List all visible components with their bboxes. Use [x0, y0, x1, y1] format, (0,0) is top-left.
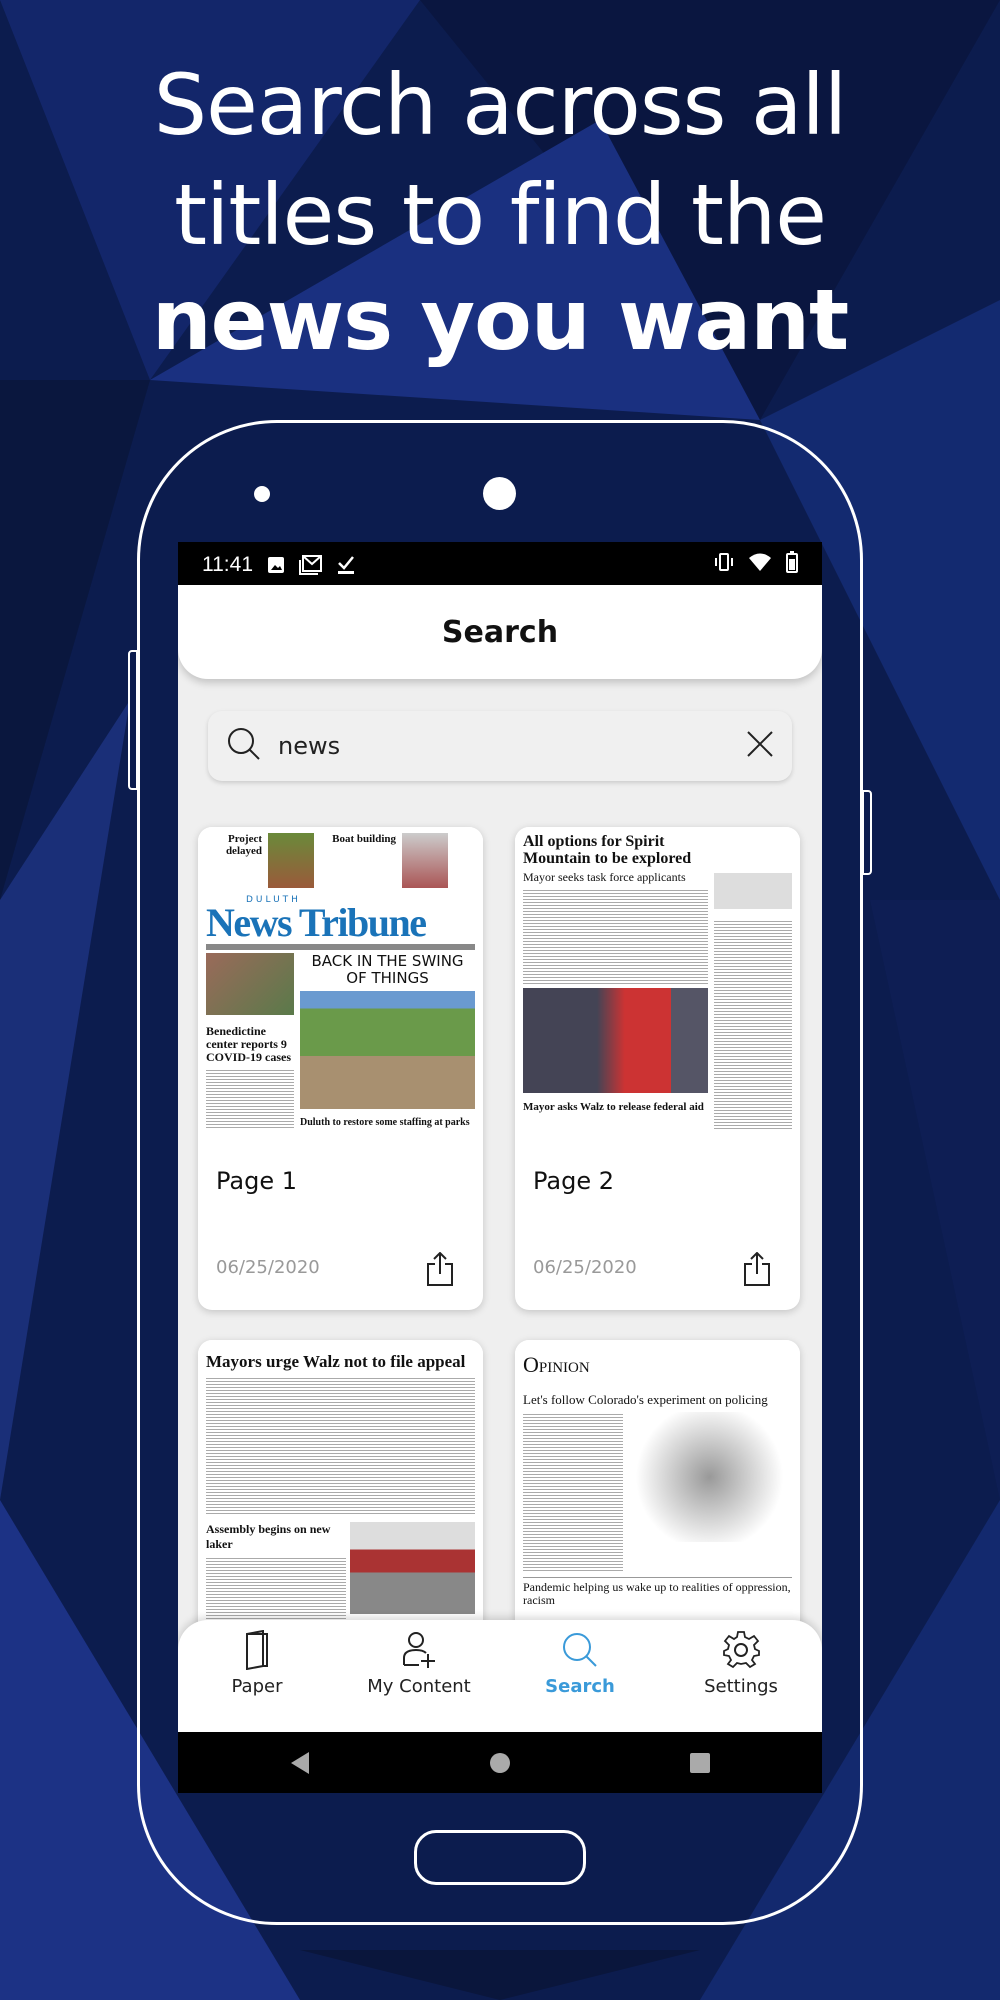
promo-line-2: titles to find the — [174, 166, 827, 264]
search-bar — [208, 711, 792, 781]
promo-line-3: news you want — [151, 271, 849, 369]
story-headline: Let's follow Colorado's experiment on po… — [523, 1392, 768, 1407]
page-title: Search — [178, 585, 822, 679]
story-headline: Duluth to restore some staffing at parks — [300, 1117, 470, 1128]
status-bar: 11:41 — [178, 542, 822, 587]
power-button — [862, 790, 872, 875]
home-icon[interactable] — [489, 1752, 511, 1779]
home-button — [414, 1830, 586, 1885]
sensor-dot — [254, 486, 270, 502]
page-thumbnail: Opinion Let's follow Colorado's experime… — [515, 1340, 800, 1665]
image-icon — [267, 556, 285, 574]
nav-settings[interactable]: Settings — [666, 1630, 816, 1697]
back-icon[interactable] — [290, 1751, 310, 1780]
nav-label: Settings — [704, 1676, 778, 1697]
story-headline: Assembly begins on new laker — [206, 1522, 331, 1551]
vibrate-icon — [714, 552, 734, 578]
nav-paper[interactable]: Paper — [182, 1630, 332, 1697]
clear-search-button[interactable] — [746, 730, 774, 763]
promo-line-1: Search across all — [153, 56, 847, 154]
wifi-icon — [748, 552, 772, 578]
nav-search[interactable]: Search — [505, 1630, 655, 1697]
result-card-page-1[interactable]: Project delayed Boat building DULUTH New… — [198, 827, 483, 1310]
camera-dot — [483, 477, 516, 510]
nav-label: My Content — [367, 1676, 471, 1697]
share-icon[interactable] — [744, 1251, 770, 1291]
share-icon[interactable] — [427, 1251, 453, 1291]
story-headline: Mayor seeks task force applicants — [523, 870, 686, 884]
page-label: Page 2 — [533, 1167, 614, 1195]
teaser-text: Boat building — [332, 833, 396, 845]
nav-label: Search — [545, 1676, 615, 1697]
masthead: News Tribune — [206, 900, 427, 945]
app-screen: 11:41 Search Project delayed Boat buildi… — [178, 542, 822, 1793]
page-thumbnail: Project delayed Boat building DULUTH New… — [198, 827, 483, 1152]
story-headline: Benedictine center reports 9 COVID-19 ca… — [206, 1024, 291, 1064]
search-icon — [226, 726, 262, 767]
bottom-nav: Paper My Content Search Settings — [178, 1620, 822, 1732]
story-headline: Mayors urge Walz not to file appeal — [206, 1352, 466, 1371]
recents-icon[interactable] — [689, 1752, 711, 1779]
gear-icon — [723, 1631, 760, 1669]
volume-button — [128, 650, 138, 790]
story-headline: All options for Spirit Mountain to be ex… — [523, 833, 692, 867]
search-input[interactable] — [278, 732, 746, 760]
add-user-icon — [403, 1632, 435, 1668]
page-date: 06/25/2020 — [216, 1257, 320, 1278]
page-thumbnail: All options for Spirit Mountain to be ex… — [515, 827, 800, 1152]
page-date: 06/25/2020 — [533, 1257, 637, 1278]
system-nav-bar — [178, 1732, 822, 1793]
page-label: Page 1 — [216, 1167, 297, 1195]
story-headline: Mayor asks Walz to release federal aid — [523, 1101, 704, 1113]
result-card-page-2[interactable]: All options for Spirit Mountain to be ex… — [515, 827, 800, 1310]
nav-label: Paper — [231, 1676, 283, 1697]
status-time: 11:41 — [202, 552, 253, 576]
section-title: Opinion — [523, 1352, 590, 1377]
search-icon — [563, 1633, 597, 1667]
nav-my-content[interactable]: My Content — [344, 1630, 494, 1697]
page-thumbnail: Mayors urge Walz not to file appeal Asse… — [198, 1340, 483, 1665]
paper-icon — [246, 1630, 268, 1670]
teaser-text: Project delayed — [225, 833, 262, 857]
gmail-icon — [299, 554, 323, 575]
task-check-icon — [337, 555, 355, 575]
story-headline: Pandemic helping us wake up to realities… — [523, 1577, 792, 1607]
battery-icon — [786, 550, 798, 579]
story-headline: BACK IN THE SWING OF THINGS — [311, 952, 464, 987]
